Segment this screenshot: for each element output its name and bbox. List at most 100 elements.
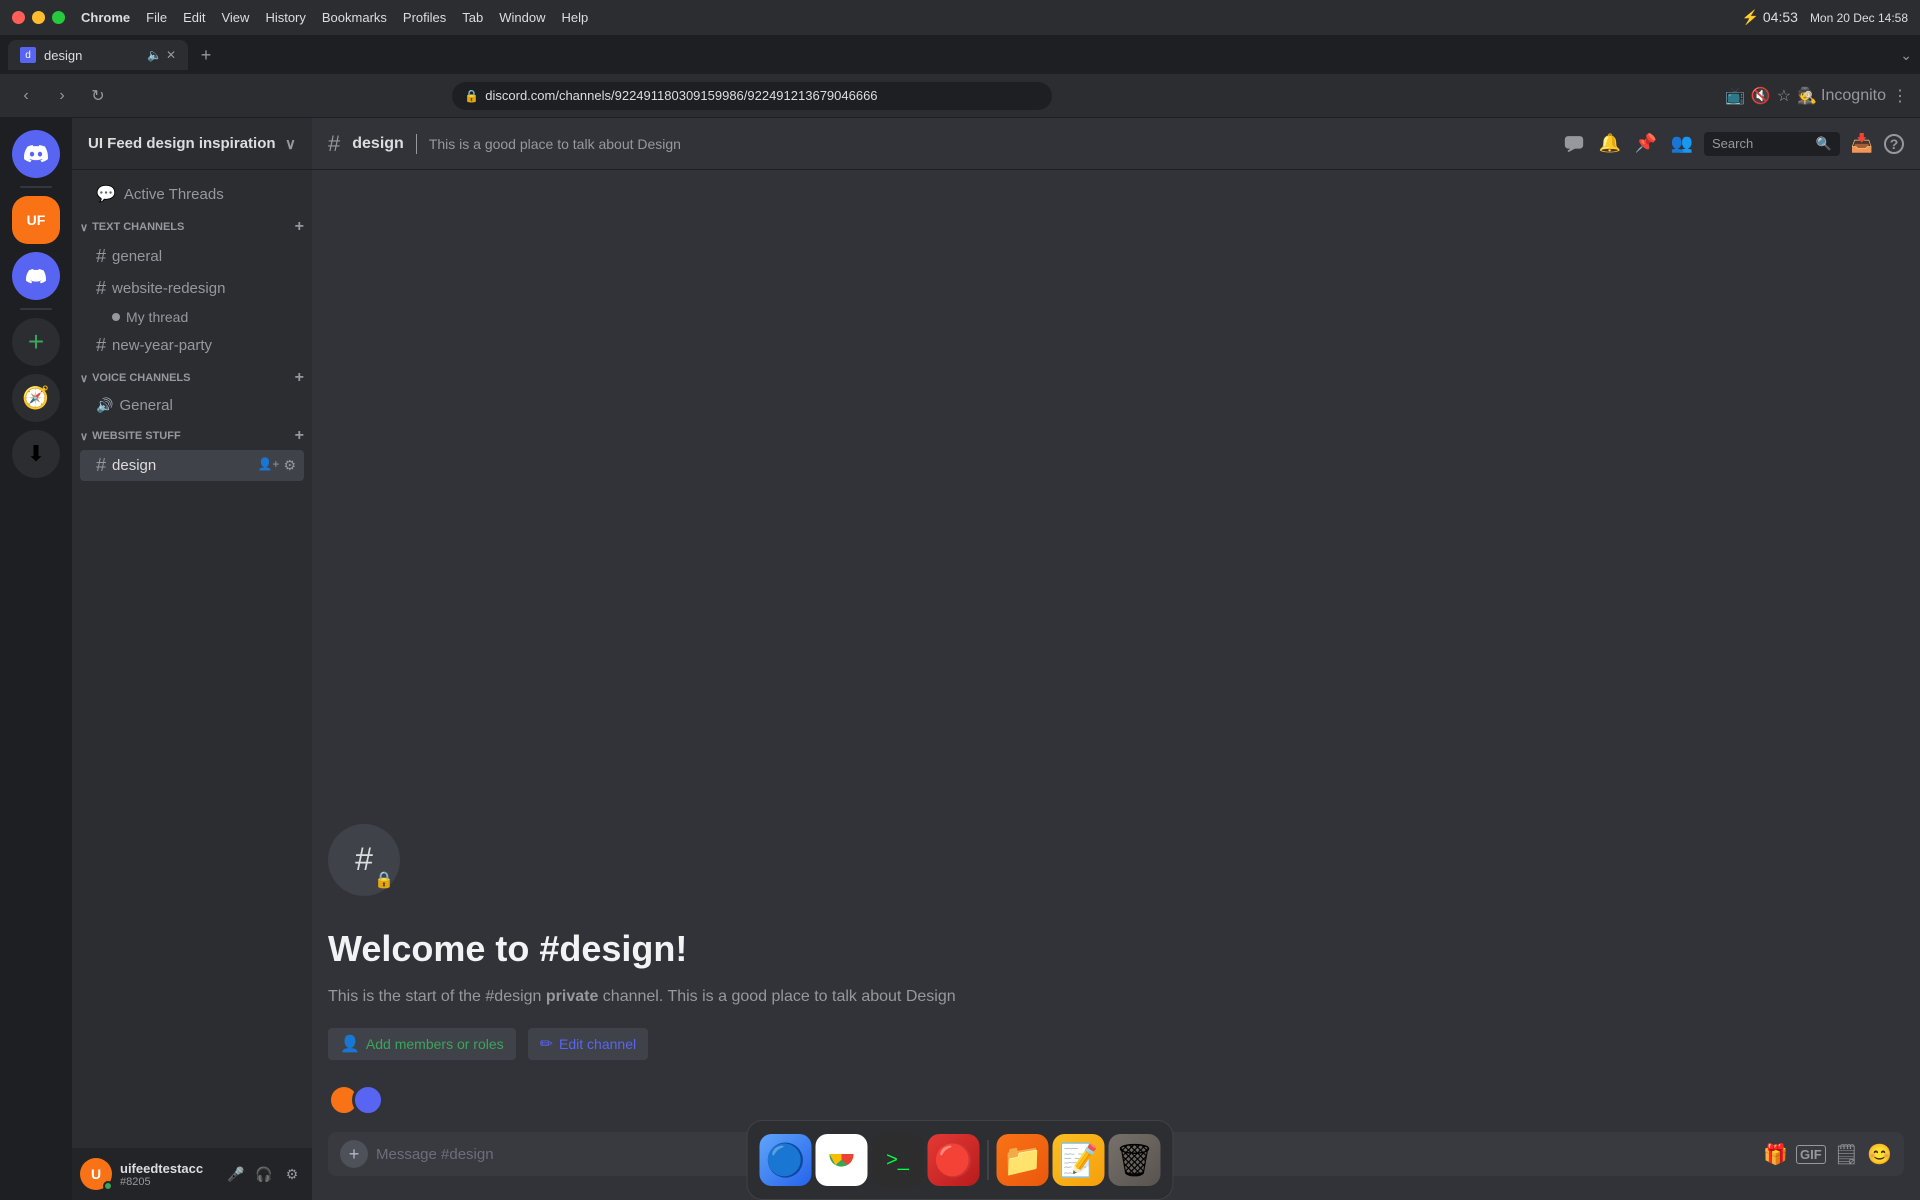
download-apps-button[interactable]: ⬇ [12, 430, 60, 478]
menu-window[interactable]: Window [499, 10, 545, 25]
channel-welcome-icon: #🔒 [328, 824, 400, 896]
menu-help[interactable]: Help [562, 10, 589, 25]
menu-file[interactable]: File [146, 10, 167, 25]
pin-button[interactable]: 📌 [1632, 130, 1660, 158]
dock-notes[interactable]: 📝 [1053, 1134, 1105, 1186]
user-discriminator: #8205 [120, 1176, 216, 1188]
menu-tab[interactable]: Tab [462, 10, 483, 25]
tab-mute-icon[interactable]: 🔈 [147, 48, 162, 62]
sticker-icon[interactable]: 🗒 [1834, 1142, 1859, 1167]
menu-view[interactable]: View [221, 10, 249, 25]
tab-favicon: d [20, 47, 36, 63]
gift-icon[interactable]: 🎁 [1763, 1142, 1788, 1167]
server-icon-uifeed[interactable]: UF [12, 196, 60, 244]
settings-gear-icon[interactable]: ⚙ [283, 457, 296, 474]
gif-button[interactable]: GIF [1796, 1145, 1826, 1164]
notification-button[interactable]: 🔔 [1596, 130, 1624, 158]
member-avatars [328, 1084, 1904, 1116]
dock-terminal[interactable]: >_ [872, 1134, 924, 1186]
active-threads-item[interactable]: 💬 Active Threads [80, 178, 304, 210]
search-icon: 🔍 [1816, 136, 1832, 152]
discord-app: UF + 🧭 ⬇ UI Feed design inspiration ∨ 💬 … [0, 118, 1920, 1200]
channel-item-new-year-party[interactable]: # new-year-party [80, 330, 304, 361]
menu-history[interactable]: History [265, 10, 305, 25]
dock-files[interactable]: 📁 [997, 1134, 1049, 1186]
discord-home-button[interactable] [12, 130, 60, 178]
back-button[interactable]: ‹ [12, 82, 40, 110]
reload-button[interactable]: ↻ [84, 82, 112, 110]
dock-trash[interactable]: 🗑 [1109, 1134, 1161, 1186]
welcome-desc-start: This is the start of the #design [328, 988, 546, 1005]
minimize-button[interactable] [32, 11, 45, 24]
user-status-indicator [103, 1181, 113, 1191]
add-website-channel-icon[interactable]: + [295, 427, 304, 445]
browser-tab[interactable]: d design 🔈 ✕ [8, 40, 188, 70]
browser-chrome: d design 🔈 ✕ + ⌄ ‹ › ↻ 🔒 discord.com/cha… [0, 36, 1920, 118]
website-stuff-section: ∨ WEBSITE STUFF + # design 👤+ ⚙ [72, 423, 312, 481]
channel-item-general-voice[interactable]: 🔊 General [80, 392, 304, 419]
maximize-button[interactable] [52, 11, 65, 24]
dock-chrome[interactable] [816, 1134, 868, 1186]
menu-profiles[interactable]: Profiles [403, 10, 446, 25]
forward-button[interactable]: › [48, 82, 76, 110]
inbox-button[interactable]: 📥 [1848, 130, 1876, 158]
add-channel-icon[interactable]: + [295, 218, 304, 236]
bookmark-icon[interactable]: ☆ [1777, 86, 1791, 106]
channel-item-design[interactable]: # design 👤+ ⚙ [80, 450, 304, 481]
menu-edit[interactable]: Edit [183, 10, 205, 25]
section-label: VOICE CHANNELS [92, 372, 190, 384]
user-settings-icon[interactable]: ⚙ [280, 1162, 304, 1186]
channel-item-website-redesign[interactable]: # website-redesign [80, 273, 304, 304]
channel-name: General [119, 397, 296, 414]
server-list: UF + 🧭 ⬇ [0, 118, 72, 1200]
server-header[interactable]: UI Feed design inspiration ∨ [72, 118, 312, 170]
input-actions: 🎁 GIF 🗒 😊 [1763, 1142, 1892, 1167]
channel-hashtag-icon: # [328, 131, 340, 157]
tab-close-icon[interactable]: ✕ [166, 48, 176, 62]
threads-button[interactable] [1560, 130, 1588, 158]
emoji-icon[interactable]: 😊 [1867, 1142, 1892, 1167]
add-server-button[interactable]: + [12, 318, 60, 366]
lock-icon: 🔒 [464, 89, 479, 103]
search-bar[interactable]: Search 🔍 [1704, 132, 1840, 156]
traffic-lights [12, 11, 65, 24]
dock-app4[interactable]: 🔴 [928, 1134, 980, 1186]
add-members-button[interactable]: 👤 Add members or roles [328, 1028, 516, 1060]
section-label: WEBSITE STUFF [92, 430, 181, 442]
deafen-icon[interactable]: 🎧 [252, 1162, 276, 1186]
url-bar[interactable]: 🔒 discord.com/channels/92249118030915998… [452, 82, 1052, 110]
cast-icon[interactable]: 📺 [1725, 86, 1745, 106]
menu-dots-icon[interactable]: ⋮ [1892, 86, 1908, 106]
app-name: Chrome [81, 10, 130, 25]
dock-finder[interactable]: 🔵 [760, 1134, 812, 1186]
edit-channel-label: Edit channel [559, 1036, 636, 1052]
channel-item-general[interactable]: # general [80, 241, 304, 272]
invite-members-icon[interactable]: 👤+ [257, 457, 279, 474]
chat-area: #🔒 Welcome to #design! This is the start… [312, 170, 1920, 1132]
text-channels-header[interactable]: ∨ TEXT CHANNELS + [72, 214, 312, 240]
thread-dot-icon [112, 313, 120, 321]
mute-mic-icon[interactable]: 🎤 [224, 1162, 248, 1186]
incognito-badge: 🕵 Incognito [1797, 86, 1886, 106]
server-icon-discord[interactable] [12, 252, 60, 300]
help-button[interactable]: ? [1884, 134, 1904, 154]
edit-channel-button[interactable]: ✏ Edit channel [528, 1028, 648, 1060]
channel-sidebar: UI Feed design inspiration ∨ 💬 Active Th… [72, 118, 312, 1200]
welcome-title: Welcome to #design! [328, 928, 1904, 970]
website-stuff-header[interactable]: ∨ WEBSITE STUFF + [72, 423, 312, 449]
add-voice-channel-icon[interactable]: + [295, 369, 304, 387]
tab-list-icon[interactable]: ⌄ [1900, 47, 1912, 64]
explore-servers-button[interactable]: 🧭 [12, 374, 60, 422]
dock-separator [988, 1140, 989, 1180]
menu-bookmarks[interactable]: Bookmarks [322, 10, 387, 25]
mute-tab-icon[interactable]: 🔇 [1751, 86, 1771, 106]
new-tab-button[interactable]: + [192, 41, 220, 69]
username: uifeedtestacc [120, 1161, 216, 1176]
close-button[interactable] [12, 11, 25, 24]
thread-item-my-thread[interactable]: My thread [80, 305, 304, 329]
user-avatar[interactable]: U [80, 1158, 112, 1190]
voice-channels-header[interactable]: ∨ VOICE CHANNELS + [72, 365, 312, 391]
server-divider-2 [20, 308, 52, 310]
attach-button[interactable]: + [340, 1140, 368, 1168]
members-button[interactable]: 👥 [1668, 130, 1696, 158]
